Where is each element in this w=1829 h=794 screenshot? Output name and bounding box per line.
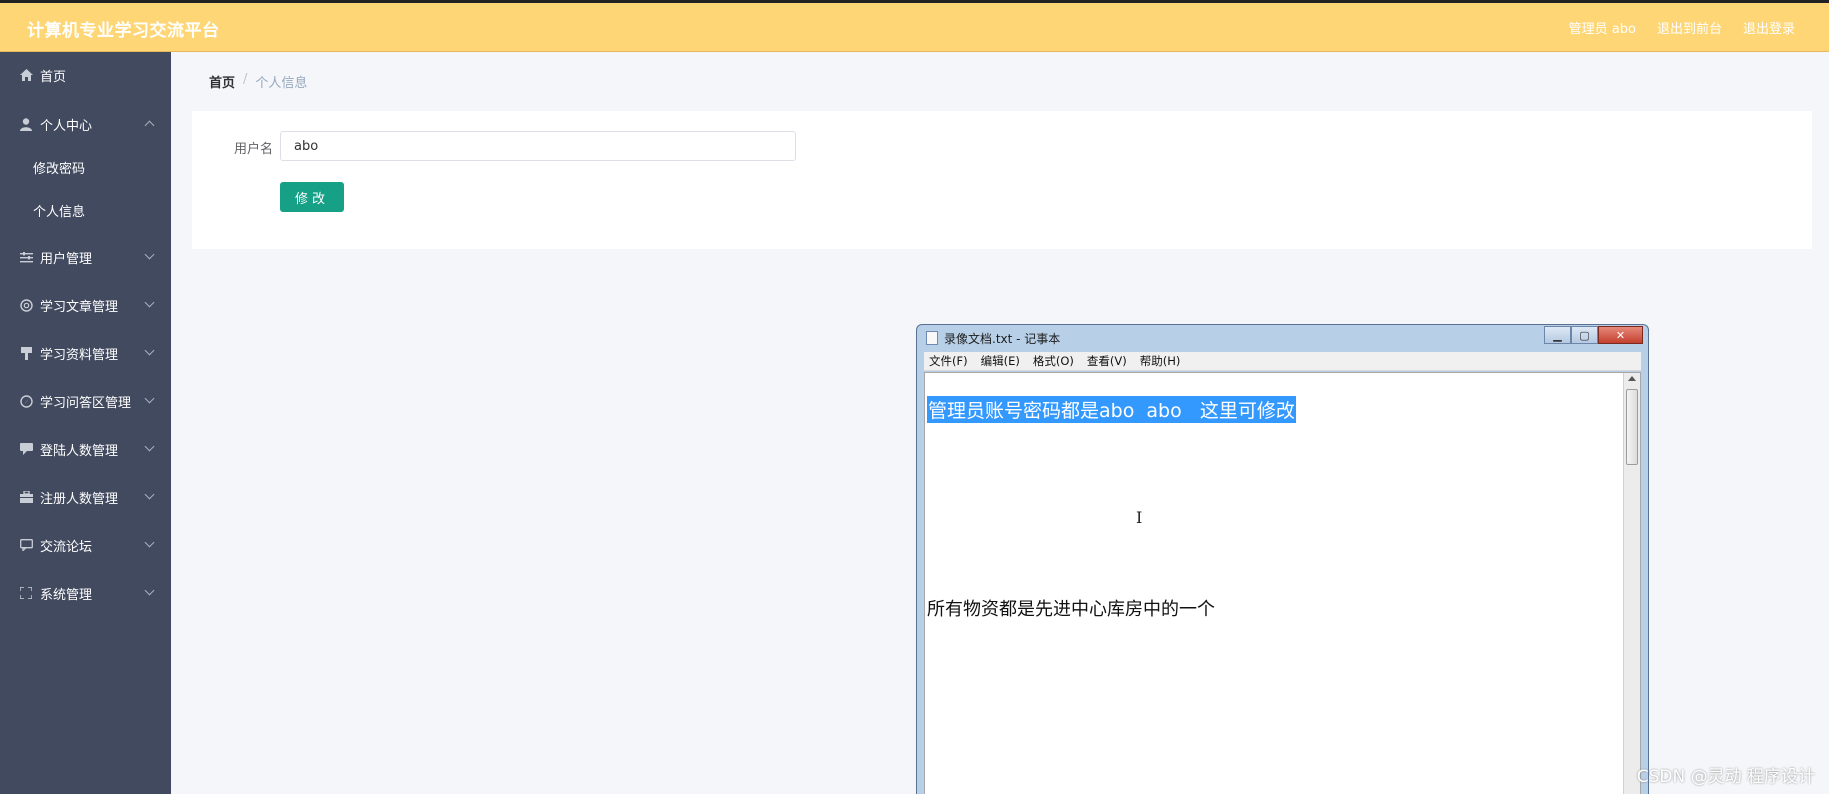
sidebar-subitem-change-password[interactable]: 修改密码 — [0, 149, 171, 185]
notepad-text-area[interactable]: 管理员账号密码都是abo abo 这里可修改 I 所有物资都是先进中心库房中的一… — [924, 372, 1641, 794]
chevron-down-icon — [144, 249, 155, 260]
scroll-up-icon[interactable] — [1628, 376, 1636, 381]
chevron-down-icon — [144, 345, 155, 356]
compass-icon — [19, 394, 33, 408]
menu-view[interactable]: 查看(V) — [1087, 353, 1127, 369]
chevron-up-icon — [144, 120, 155, 131]
chevron-down-icon — [144, 537, 155, 548]
breadcrumb-current: 个人信息 — [255, 76, 308, 91]
user-icon — [19, 117, 33, 131]
sidebar-item-material-management[interactable]: 学习资料管理 — [0, 335, 171, 371]
sidebar-item-personal-center[interactable]: 个人中心 — [0, 106, 171, 142]
window-controls: ▁ ▢ ✕ — [1544, 326, 1643, 344]
sidebar-item-label: 交流论坛 — [40, 539, 93, 555]
username-input[interactable] — [280, 131, 796, 161]
notepad-window: 录像文档.txt - 记事本 ▁ ▢ ✕ 文件(F) 编辑(E) 格式(O) 查… — [916, 324, 1649, 794]
sidebar-item-user-management[interactable]: 用户管理 — [0, 239, 171, 275]
menu-file[interactable]: 文件(F) — [929, 353, 968, 369]
logout-link[interactable]: 退出登录 — [1743, 18, 1795, 37]
message-icon — [19, 538, 33, 552]
briefcase-icon — [19, 490, 33, 504]
sidebar-item-label: 学习资料管理 — [40, 347, 119, 363]
menu-edit[interactable]: 编辑(E) — [981, 353, 1020, 369]
username-label: 用户名 — [234, 142, 274, 157]
chevron-down-icon — [144, 441, 155, 452]
chevron-down-icon — [144, 489, 155, 500]
scrollbar-thumb[interactable] — [1626, 389, 1638, 465]
text-cursor-icon: I — [1136, 508, 1143, 527]
sidebar-item-qa-management[interactable]: 学习问答区管理 — [0, 383, 171, 419]
sidebar-item-forum[interactable]: 交流论坛 — [0, 527, 171, 563]
chat-icon — [19, 442, 33, 456]
sidebar-item-home[interactable]: 首页 — [0, 57, 171, 93]
home-icon — [19, 68, 33, 82]
back-to-frontend-link[interactable]: 退出到前台 — [1657, 18, 1722, 37]
sidebar-item-label: 注册人数管理 — [40, 491, 119, 507]
app-title: 计算机专业学习交流平台 — [27, 21, 220, 41]
fullscreen-icon — [19, 586, 33, 600]
maximize-icon[interactable]: ▢ — [1571, 326, 1598, 344]
text-line: 所有物资都是先进中心库房中的一个 — [927, 599, 1215, 620]
sidebar-item-label: 首页 — [40, 69, 67, 85]
sidebar: 首页 个人中心 修改密码 个人信息 用户管理 学习文章管理 学习资料管理 学习问… — [0, 52, 171, 794]
bookmark-icon — [19, 346, 33, 360]
sidebar-item-login-count-management[interactable]: 登陆人数管理 — [0, 431, 171, 467]
header-actions: 管理员 abo 退出到前台 退出登录 — [1569, 18, 1795, 37]
top-header: 计算机专业学习交流平台 管理员 abo 退出到前台 退出登录 — [0, 0, 1829, 52]
sidebar-item-system-management[interactable]: 系统管理 — [0, 575, 171, 611]
sidebar-item-label: 登陆人数管理 — [40, 443, 119, 459]
sidebar-item-label: 系统管理 — [40, 587, 93, 603]
current-user-label: 管理员 abo — [1568, 22, 1636, 37]
circle-icon — [19, 298, 33, 312]
modify-button[interactable]: 修改 — [280, 182, 344, 212]
selected-text-line: 管理员账号密码都是abo abo 这里可修改 — [927, 396, 1296, 423]
menu-help[interactable]: 帮助(H) — [1140, 353, 1181, 369]
breadcrumb-separator: / — [243, 72, 248, 87]
sidebar-item-article-management[interactable]: 学习文章管理 — [0, 287, 171, 323]
chevron-down-icon — [144, 393, 155, 404]
sidebar-item-label: 修改密码 — [33, 161, 86, 177]
sidebar-item-register-count-management[interactable]: 注册人数管理 — [0, 479, 171, 515]
sidebar-item-label: 用户管理 — [40, 251, 93, 267]
sidebar-item-label: 个人中心 — [40, 118, 93, 134]
chevron-down-icon — [144, 297, 155, 308]
minimize-icon[interactable]: ▁ — [1544, 326, 1571, 344]
close-icon[interactable]: ✕ — [1598, 326, 1643, 344]
menu-format[interactable]: 格式(O) — [1033, 353, 1074, 369]
sidebar-item-label: 个人信息 — [33, 204, 86, 220]
watermark: CSDN @灵动 程序设计 — [1636, 767, 1815, 787]
notepad-title: 录像文档.txt - 记事本 — [944, 332, 1061, 346]
notepad-menubar: 文件(F) 编辑(E) 格式(O) 查看(V) 帮助(H) — [924, 352, 1641, 371]
sidebar-item-label: 学习文章管理 — [40, 299, 119, 315]
breadcrumb: 首页 / 个人信息 — [209, 72, 307, 91]
sidebar-item-label: 学习问答区管理 — [40, 395, 132, 411]
chevron-down-icon — [144, 585, 155, 596]
sliders-icon — [19, 250, 33, 264]
sidebar-subitem-personal-info[interactable]: 个人信息 — [0, 192, 171, 228]
notepad-icon — [926, 331, 938, 345]
breadcrumb-home-link[interactable]: 首页 — [209, 72, 235, 91]
vertical-scrollbar[interactable] — [1623, 373, 1640, 794]
